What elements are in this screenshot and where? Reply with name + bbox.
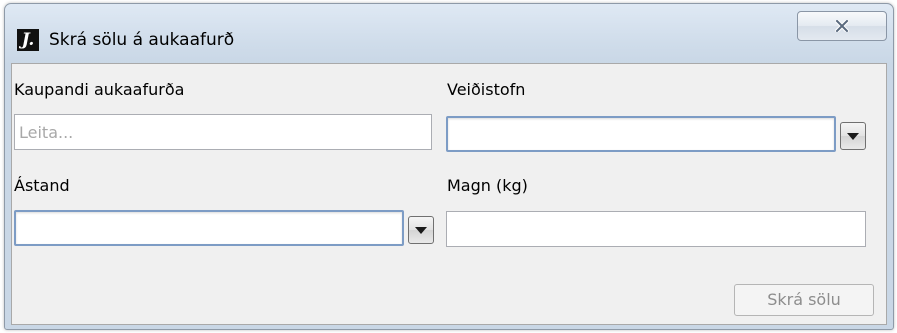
buyer-search-input[interactable]: [14, 114, 432, 150]
condition-label: Ástand: [14, 176, 70, 195]
app-logo-icon: J.: [17, 29, 39, 51]
app-logo-glyph: J.: [21, 30, 35, 50]
buyer-label: Kaupandi aukaafurða: [14, 80, 185, 99]
title-bar[interactable]: J. Skrá sölu á aukaafurð: [5, 4, 893, 62]
condition-dropdown-button[interactable]: [408, 216, 434, 244]
species-dropdown-button[interactable]: [840, 122, 866, 150]
species-label: Veiðistofn: [447, 80, 526, 99]
chevron-down-icon: [415, 226, 427, 234]
species-dropdown[interactable]: [446, 116, 866, 152]
quantity-input[interactable]: [446, 211, 866, 247]
condition-dropdown[interactable]: [14, 210, 434, 246]
close-button[interactable]: [797, 11, 887, 41]
condition-select-field[interactable]: [14, 210, 404, 246]
close-icon: [835, 20, 849, 32]
dialog-window: J. Skrá sölu á aukaafurð Kaupandi aukaaf…: [4, 3, 894, 330]
window-title: Skrá sölu á aukaafurð: [49, 30, 235, 50]
species-select-field[interactable]: [446, 116, 836, 152]
chevron-down-icon: [847, 132, 859, 140]
submit-sale-button[interactable]: Skrá sölu: [734, 284, 874, 316]
dialog-content: Kaupandi aukaafurða Veiðistofn Ástand: [11, 63, 887, 325]
quantity-label: Magn (kg): [447, 176, 528, 195]
